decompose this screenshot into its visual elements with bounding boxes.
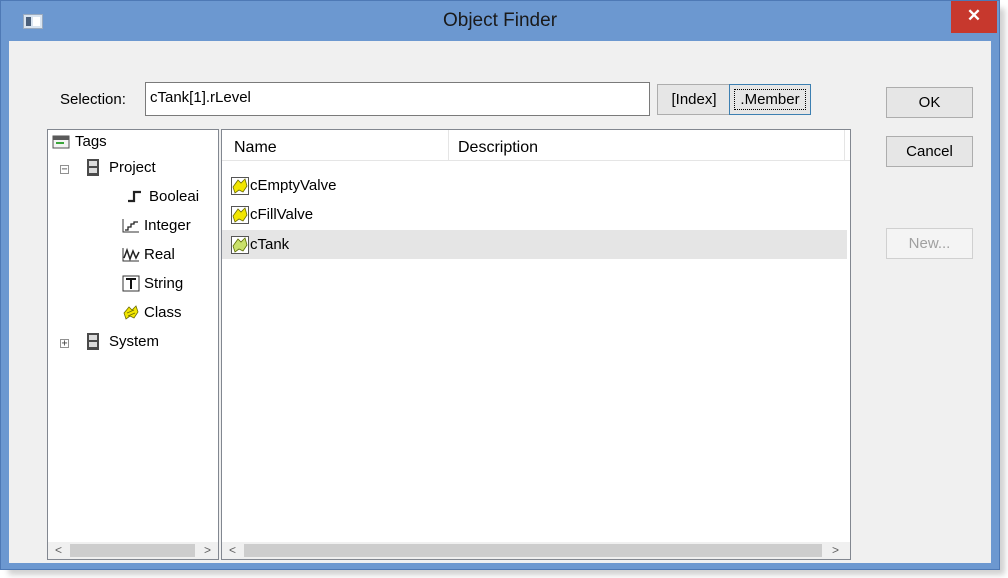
object-list[interactable]: Name Description cEmptyValve cFillValve (221, 129, 851, 560)
tree-item-system[interactable]: + System (48, 330, 218, 356)
real-icon (122, 247, 140, 262)
tree-label-boolean: Booleai (149, 188, 200, 205)
tree-label-integer: Integer (144, 217, 191, 234)
column-divider[interactable] (448, 130, 449, 160)
scroll-thumb[interactable] (244, 544, 822, 557)
list-header: Name Description (222, 130, 850, 161)
scroll-right-arrow[interactable]: > (199, 542, 216, 559)
scroll-right-arrow[interactable]: > (827, 542, 844, 559)
column-header-name[interactable]: Name (234, 130, 277, 160)
list-item-selected[interactable]: cTank (222, 230, 847, 259)
tree-label-class: Class (144, 304, 182, 321)
scroll-thumb[interactable] (70, 544, 195, 557)
tree-label-tags: Tags (75, 133, 107, 150)
item-name: cFillValve (250, 206, 314, 223)
list-item[interactable]: cEmptyValve (222, 171, 847, 200)
dialog-body: Selection: cTank[1].rLevel [Index] .Memb… (9, 41, 991, 563)
integer-icon (122, 219, 139, 233)
ok-button[interactable]: OK (886, 87, 973, 118)
item-name: cTank (250, 236, 290, 253)
window-title: Object Finder (442, 10, 558, 31)
scroll-left-arrow[interactable]: < (50, 542, 67, 559)
item-name: cEmptyValve (250, 177, 337, 194)
selection-label: Selection: (60, 91, 126, 108)
new-button: New... (886, 228, 973, 259)
tree-label-project: Project (109, 159, 156, 176)
folder-icon (87, 159, 99, 176)
class-icon (231, 206, 249, 224)
member-button[interactable]: .Member (729, 84, 811, 115)
selection-input[interactable]: cTank[1].rLevel (145, 82, 650, 116)
class-icon (231, 236, 249, 254)
class-icon (231, 177, 249, 195)
member-button-label: .Member (740, 91, 800, 108)
index-button[interactable]: [Index] (657, 84, 731, 115)
tree-label-real: Real (144, 246, 175, 263)
column-divider[interactable] (844, 130, 845, 160)
tag-tree[interactable]: Tags − Project Booleai Integer Real Stri… (47, 129, 219, 560)
close-button[interactable]: ✕ (951, 1, 997, 33)
boolean-icon (128, 190, 141, 203)
folder-icon (87, 333, 99, 350)
tree-label-system: System (109, 333, 160, 350)
list-item[interactable]: cFillValve (222, 200, 847, 229)
list-horizontal-scrollbar[interactable]: < > (222, 542, 850, 559)
tags-icon (52, 135, 70, 149)
string-icon (122, 275, 140, 292)
collapse-icon[interactable]: − (60, 165, 69, 175)
object-finder-dialog: Object Finder ✕ Selection: cTank[1].rLev… (0, 0, 1000, 570)
class-icon (123, 305, 139, 320)
column-header-description[interactable]: Description (458, 130, 538, 160)
title-bar[interactable]: Object Finder ✕ (1, 1, 999, 41)
cancel-button[interactable]: Cancel (886, 136, 973, 167)
expand-icon[interactable]: + (60, 339, 69, 349)
tree-label-string: String (144, 275, 184, 292)
tree-item-project[interactable]: − Project (48, 156, 218, 182)
scroll-left-arrow[interactable]: < (224, 542, 241, 559)
tree-horizontal-scrollbar[interactable]: < > (48, 542, 218, 559)
